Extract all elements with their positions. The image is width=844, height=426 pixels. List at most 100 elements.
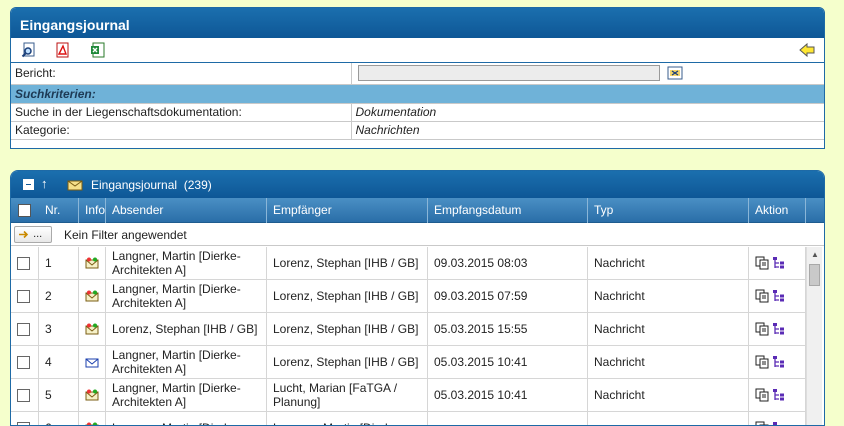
table-row[interactable]: 1 Langner, Martin [Dierke-Architekten A] L… <box>11 247 806 280</box>
read-mail-icon <box>85 257 99 269</box>
page-title: Eingangsjournal <box>11 8 824 38</box>
journal-count: (239) <box>183 178 212 192</box>
column-header-aktion[interactable]: Aktion <box>749 198 806 223</box>
row-nr: 3 <box>39 313 79 345</box>
row-aktion <box>749 412 806 426</box>
column-header-info[interactable]: Info <box>79 198 106 223</box>
hierarchy-icon[interactable] <box>772 322 786 336</box>
table-row[interactable]: 2 Langner, Martin [Dierke-Architekten A] L… <box>11 280 806 313</box>
row-select-cell <box>11 346 39 378</box>
row-empfangsdatum <box>428 412 588 425</box>
row-empfangsdatum: 05.03.2015 15:55 <box>428 313 588 345</box>
collapse-icon[interactable] <box>23 179 34 190</box>
copy-icon[interactable] <box>755 355 769 369</box>
row-nr: 5 <box>39 379 79 411</box>
copy-icon[interactable] <box>755 421 769 426</box>
column-header-nr[interactable]: Nr. <box>39 198 79 223</box>
copy-icon[interactable] <box>755 388 769 402</box>
pdf-icon[interactable] <box>55 42 71 58</box>
row-typ: Nachricht <box>588 313 749 345</box>
row-absender: Lorenz, Stephan [IHB / GB] <box>106 313 267 345</box>
mail-icon <box>85 358 99 368</box>
search-document-icon[interactable] <box>21 42 37 58</box>
journal-rows: 1 Langner, Martin [Dierke-Architekten A] L… <box>11 247 806 426</box>
row-typ: Nachricht <box>588 379 749 411</box>
row-checkbox[interactable] <box>17 388 30 402</box>
table-row[interactable]: 6 Langner, Martin [Dierke-Langner, Martin… <box>11 412 806 426</box>
row-aktion <box>749 379 806 411</box>
row-checkbox[interactable] <box>17 355 30 369</box>
table-header: Nr. Info Absender Empfänger Empfangsdatu… <box>11 198 824 223</box>
row-empfangsdatum: 09.03.2015 07:59 <box>428 280 588 312</box>
row-info <box>79 412 106 425</box>
criteria-label: Kategorie: <box>11 121 352 140</box>
row-typ: Nachricht <box>588 280 749 312</box>
row-select-cell <box>11 280 39 312</box>
row-info <box>79 247 106 279</box>
arrow-left-icon[interactable] <box>799 42 815 58</box>
row-select-cell <box>11 247 39 279</box>
row-select-cell <box>11 313 39 345</box>
row-checkbox[interactable] <box>17 289 30 303</box>
hierarchy-icon[interactable] <box>772 289 786 303</box>
row-info <box>79 313 106 345</box>
arrow-up-icon[interactable]: ↑ <box>41 176 48 191</box>
row-absender: Langner, Martin [Dierke-Architekten A] <box>106 379 267 411</box>
column-header-typ[interactable]: Typ <box>588 198 749 223</box>
row-nr: 4 <box>39 346 79 378</box>
filter-button-label: ... <box>33 228 43 240</box>
hierarchy-icon[interactable] <box>772 256 786 270</box>
row-checkbox[interactable] <box>17 421 30 425</box>
read-mail-icon <box>85 323 99 335</box>
criteria-table: Bericht: Suchkriterien: Suche in der Lie… <box>11 63 824 140</box>
bericht-input[interactable] <box>357 65 660 82</box>
select-all-checkbox[interactable] <box>18 204 31 217</box>
row-nr: 1 <box>39 247 79 279</box>
filter-button[interactable]: ... <box>14 226 52 243</box>
table-row[interactable]: 3 Lorenz, Stephan [IHB / GB] Lorenz, Steph… <box>11 313 806 346</box>
column-header-empfangsdatum[interactable]: Empfangsdatum <box>428 198 588 223</box>
journal-header: ↑ Eingangsjournal (239) <box>11 171 824 198</box>
criteria-value: Nachrichten <box>351 121 824 140</box>
hierarchy-icon[interactable] <box>772 355 786 369</box>
hierarchy-icon[interactable] <box>772 388 786 402</box>
scroll-thumb[interactable] <box>809 264 820 286</box>
journal-title: Eingangsjournal <box>91 178 178 192</box>
report-select-icon[interactable] <box>667 65 684 81</box>
row-info <box>79 280 106 312</box>
copy-icon[interactable] <box>755 322 769 336</box>
table-row[interactable]: 5 Langner, Martin [Dierke-Architekten A] L… <box>11 379 806 412</box>
section-title: Suchkriterien: <box>11 84 824 104</box>
row-absender: Langner, Martin [Dierke-Architekten A] <box>106 247 267 279</box>
row-empfangsdatum: 05.03.2015 10:41 <box>428 379 588 411</box>
row-empfaenger: Lucht, Marian [FaTGA / Planung] <box>267 379 428 411</box>
scroll-up-icon[interactable]: ▲ <box>811 250 819 259</box>
row-aktion <box>749 280 806 312</box>
hierarchy-icon[interactable] <box>772 421 786 426</box>
copy-icon[interactable] <box>755 289 769 303</box>
row-select-cell <box>11 379 39 411</box>
column-header-empfaenger[interactable]: Empfänger <box>267 198 428 223</box>
read-mail-icon <box>85 389 99 401</box>
row-empfangsdatum: 09.03.2015 08:03 <box>428 247 588 279</box>
column-header-absender[interactable]: Absender <box>106 198 267 223</box>
copy-icon[interactable] <box>755 256 769 270</box>
excel-icon[interactable] <box>90 42 106 58</box>
row-typ: Nachricht <box>588 346 749 378</box>
row-nr: 2 <box>39 280 79 312</box>
read-mail-icon <box>85 422 99 425</box>
table-row[interactable]: 4 Langner, Martin [Dierke-Architekten A] L… <box>11 346 806 379</box>
filter-arrow-icon <box>19 230 29 238</box>
open-mail-icon <box>67 179 83 191</box>
row-absender: Langner, Martin [Dierke-Architekten A] <box>106 346 267 378</box>
row-aktion <box>749 247 806 279</box>
read-mail-icon <box>85 290 99 302</box>
row-aktion <box>749 346 806 378</box>
row-aktion <box>749 313 806 345</box>
row-checkbox[interactable] <box>17 256 30 270</box>
row-empfaenger: Lorenz, Stephan [IHB / GB] <box>267 313 428 345</box>
row-absender: Langner, Martin [Dierke- <box>106 412 267 425</box>
bericht-label: Bericht: <box>11 63 352 85</box>
vertical-scrollbar[interactable]: ▲ <box>806 247 822 425</box>
row-checkbox[interactable] <box>17 322 30 336</box>
